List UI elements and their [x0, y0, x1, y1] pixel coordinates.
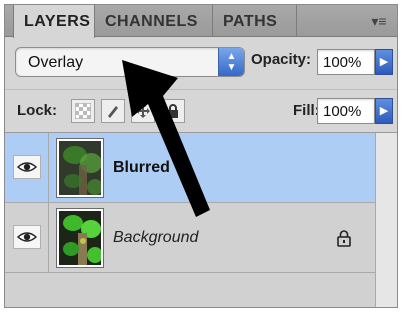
blend-mode-select[interactable]: Overlay ▲ ▼ [15, 47, 245, 77]
layer-row-background[interactable]: Background [5, 203, 375, 273]
brush-icon [108, 106, 118, 118]
panel-tab-bar: LAYERS CHANNELS PATHS ▾≡ [5, 5, 397, 38]
panel-menu-icon[interactable]: ▾≡ [367, 12, 391, 30]
layer-thumbnail[interactable] [56, 208, 104, 268]
lock-icon [168, 104, 178, 118]
lock-image-pixels-button[interactable] [101, 99, 125, 123]
layers-panel: LAYERS CHANNELS PATHS ▾≡ Overlay ▲ ▼ Opac… [4, 4, 398, 308]
layer-name[interactable]: Background [113, 203, 198, 273]
fill-label: Fill: [293, 102, 320, 119]
opacity-field[interactable]: 100% [317, 49, 375, 75]
lock-transparent-pixels-button[interactable] [71, 99, 95, 123]
lock-all-button[interactable] [161, 99, 185, 123]
checker-icon [75, 103, 91, 119]
lock-row: Lock: Fill: 100% ▶ [5, 89, 397, 133]
opacity-label: Opacity: [251, 51, 312, 68]
move-icon [136, 104, 150, 118]
blend-mode-stepper-icon[interactable]: ▲ ▼ [218, 48, 244, 76]
lock-position-button[interactable] [131, 99, 155, 123]
layer-list: Blurred Background [5, 133, 375, 307]
layer-list-scrollbar[interactable] [375, 133, 397, 307]
eye-icon[interactable] [13, 225, 41, 249]
eye-icon[interactable] [13, 155, 41, 179]
visibility-cell [5, 133, 49, 203]
layer-row-blurred[interactable]: Blurred [5, 133, 375, 203]
tab-layers[interactable]: LAYERS [13, 5, 95, 38]
visibility-cell [5, 203, 49, 273]
blend-mode-value: Overlay [28, 54, 84, 71]
layer-thumbnail[interactable] [56, 138, 104, 198]
opacity-arrow-icon[interactable]: ▶ [375, 49, 393, 75]
lock-icon [337, 230, 351, 247]
fill-field[interactable]: 100% [317, 98, 375, 124]
layer-name[interactable]: Blurred [113, 133, 170, 203]
tab-paths[interactable]: PATHS [213, 5, 297, 37]
lock-label: Lock: [17, 102, 58, 119]
tab-channels[interactable]: CHANNELS [95, 5, 213, 37]
fill-arrow-icon[interactable]: ▶ [375, 98, 393, 124]
